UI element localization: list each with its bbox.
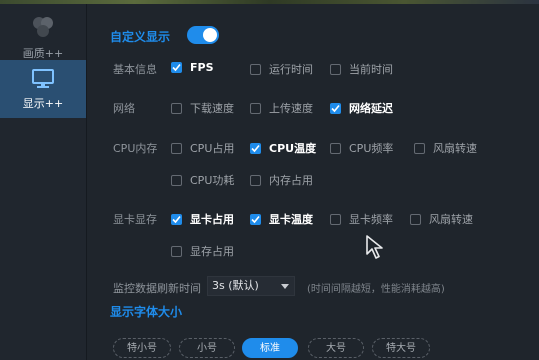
custom-display-toggle[interactable]	[187, 26, 219, 44]
font-size-extra-large[interactable]: 特大号	[372, 338, 430, 358]
checkbox-gpu-usage[interactable]: 显卡占用	[171, 211, 234, 227]
refresh-interval-hint: (时间间隔越短，性能消耗越高)	[307, 284, 445, 295]
sidebar-item-label: 显示++	[22, 97, 64, 110]
checkbox-current-time[interactable]: 当前时间	[330, 61, 393, 77]
checkbox-cpu-freq[interactable]: CPU频率	[330, 140, 393, 156]
font-size-large[interactable]: 大号	[308, 338, 364, 358]
checkbox-memory-usage[interactable]: 内存占用	[250, 172, 313, 188]
refresh-interval-label: 监控数据刷新时间	[113, 282, 201, 295]
custom-display-label: 自定义显示	[110, 30, 171, 44]
dots-cluster-icon	[33, 17, 53, 37]
sidebar-item-label: 画质++	[22, 47, 64, 60]
row-label-basic: 基本信息	[113, 63, 157, 76]
checkbox-fps[interactable]: FPS	[171, 61, 214, 74]
display-settings-panel: 自定义显示 基本信息 FPS 运行时间 当前时间 网络 下载速度 上传速度 网络…	[87, 4, 539, 360]
checkbox-gpu-temp[interactable]: 显卡温度	[250, 211, 313, 227]
refresh-interval-select[interactable]: 3s (默认)	[207, 276, 295, 296]
row-label-network: 网络	[113, 102, 135, 115]
checkbox-upload-speed[interactable]: 上传速度	[250, 100, 313, 116]
check-icon	[330, 102, 341, 114]
check-icon	[171, 213, 182, 225]
font-size-standard[interactable]: 标准	[242, 338, 298, 358]
sidebar: 画质++ 显示++	[0, 4, 87, 360]
checkbox-cpu-power[interactable]: CPU功耗	[171, 172, 234, 188]
refresh-interval-value: 3s (默认)	[212, 279, 259, 292]
monitor-icon	[32, 69, 54, 88]
checkbox-download-speed[interactable]: 下载速度	[171, 100, 234, 116]
toggle-knob	[203, 28, 217, 42]
check-icon	[250, 213, 261, 225]
checkbox-cpu-usage[interactable]: CPU占用	[171, 140, 234, 156]
font-size-title: 显示字体大小	[110, 305, 183, 319]
row-label-cpu-memory: CPU内存	[113, 142, 158, 155]
checkbox-cpu-temp[interactable]: CPU温度	[250, 140, 316, 156]
checkbox-network-latency[interactable]: 网络延迟	[330, 100, 393, 116]
chevron-down-icon	[281, 284, 289, 289]
checkbox-runtime[interactable]: 运行时间	[250, 61, 313, 77]
font-size-small[interactable]: 小号	[179, 338, 235, 358]
checkbox-cpu-fan-speed[interactable]: 风扇转速	[414, 140, 477, 156]
sidebar-item-display[interactable]: 显示++	[0, 60, 86, 118]
check-icon	[250, 142, 261, 154]
row-label-gpu-vram: 显卡显存	[113, 213, 157, 226]
mouse-cursor-icon	[366, 235, 383, 259]
checkbox-gpu-freq[interactable]: 显卡频率	[330, 211, 393, 227]
checkbox-vram-usage[interactable]: 显存占用	[171, 243, 234, 259]
sidebar-item-quality[interactable]: 画质++	[0, 10, 86, 60]
font-size-extra-small[interactable]: 特小号	[113, 338, 171, 358]
checkbox-gpu-fan-speed[interactable]: 风扇转速	[410, 211, 473, 227]
check-icon	[171, 62, 182, 73]
